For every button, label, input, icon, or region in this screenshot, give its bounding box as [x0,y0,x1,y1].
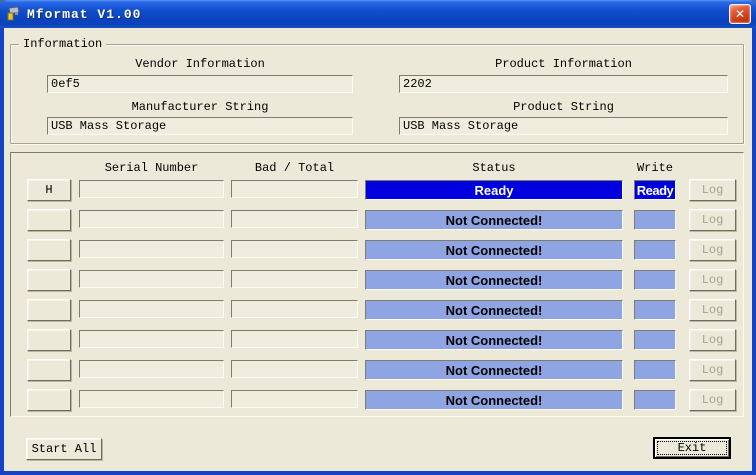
window-title: Mformat V1.00 [27,7,141,22]
information-groupbox: Information Vendor Information Product I… [10,44,744,144]
write-indicator [634,300,676,320]
serial-number-field [79,180,224,198]
table-row: Not Connected! Log [11,239,743,263]
table-row: Not Connected! Log [11,269,743,293]
bad-total-field [231,180,358,198]
bad-total-field [231,360,358,378]
product-string-field[interactable]: USB Mass Storage [399,117,728,135]
write-indicator [634,330,676,350]
bad-total-field [231,270,358,288]
serial-number-field [79,270,224,288]
start-all-button[interactable]: Start All [26,438,102,460]
bad-total-field [231,300,358,318]
table-row: Not Connected! Log [11,329,743,353]
table-row: Not Connected! Log [11,359,743,383]
bad-total-header: Bad / Total [231,161,358,175]
row-select-button[interactable] [27,209,71,231]
write-indicator [634,240,676,260]
manufacturer-string-label: Manufacturer String [47,100,353,114]
titlebar: Mformat V1.00 ✕ [0,0,756,28]
bad-total-field [231,390,358,408]
write-indicator [634,210,676,230]
table-row: Not Connected! Log [11,209,743,233]
row-select-button[interactable] [27,299,71,321]
close-icon: ✕ [735,7,745,21]
exit-button-label: Exit [678,441,707,455]
table-row: Not Connected! Log [11,389,743,413]
status-bar: Not Connected! [365,300,623,320]
information-group-label: Information [19,37,106,51]
app-icon [6,6,22,22]
write-indicator [634,390,676,410]
status-bar: Not Connected! [365,390,623,410]
write-indicator: Ready [634,180,676,200]
vendor-information-label: Vendor Information [47,57,353,71]
write-indicator [634,360,676,380]
mformat-window: Mformat V1.00 ✕ Information Vendor Infor… [0,0,756,475]
log-button[interactable]: Log [689,269,736,291]
log-button[interactable]: Log [689,389,736,411]
status-bar: Not Connected! [365,210,623,230]
bad-total-field [231,240,358,258]
close-button[interactable]: ✕ [729,4,751,24]
product-information-field[interactable]: 2202 [399,75,728,93]
bad-total-field [231,330,358,348]
client-area: Information Vendor Information Product I… [4,28,752,471]
log-button[interactable]: Log [689,329,736,351]
serial-number-field [79,210,224,228]
log-button[interactable]: Log [689,179,736,201]
row-select-button[interactable] [27,239,71,261]
vendor-information-field[interactable]: 0ef5 [47,75,353,93]
product-information-label: Product Information [399,57,728,71]
row-select-button[interactable] [27,389,71,411]
status-bar: Ready [365,180,623,200]
product-string-label: Product String [399,100,728,114]
serial-number-field [79,300,224,318]
serial-number-field [79,360,224,378]
status-bar: Not Connected! [365,330,623,350]
bad-total-field [231,210,358,228]
write-indicator [634,270,676,290]
device-table-panel: Serial Number Bad / Total Status Write H… [10,152,744,417]
write-header: Write [634,161,676,175]
manufacturer-string-field[interactable]: USB Mass Storage [47,117,353,135]
serial-number-field [79,330,224,348]
row-select-button[interactable]: H [27,179,71,201]
serial-number-field [79,390,224,408]
row-select-button[interactable] [27,359,71,381]
status-header: Status [365,161,623,175]
row-select-button[interactable] [27,269,71,291]
status-bar: Not Connected! [365,360,623,380]
log-button[interactable]: Log [689,299,736,321]
status-bar: Not Connected! [365,240,623,260]
exit-button[interactable]: Exit [653,437,731,459]
serial-number-field [79,240,224,258]
log-button[interactable]: Log [689,209,736,231]
log-button[interactable]: Log [689,239,736,261]
row-select-button[interactable] [27,329,71,351]
log-button[interactable]: Log [689,359,736,381]
status-bar: Not Connected! [365,270,623,290]
serial-number-header: Serial Number [79,161,224,175]
table-row: H Ready Ready Log [11,179,743,203]
table-row: Not Connected! Log [11,299,743,323]
